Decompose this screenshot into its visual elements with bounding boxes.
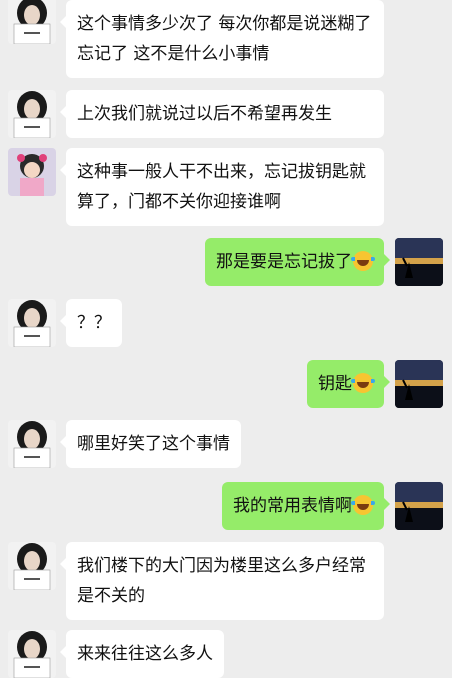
message-text: ？？ (77, 313, 111, 333)
message-text: 钥匙 (318, 374, 352, 394)
message-bubble[interactable]: 这种事一般人干不出来，忘记拔钥匙就算了，门都不关你迎接谁啊 (60, 148, 384, 226)
message-text: 上次我们就说过以后不希望再发生 (77, 104, 332, 124)
girl-avatar-icon[interactable] (8, 630, 56, 678)
message-bubble[interactable]: 那是要是忘记拔了 (205, 238, 390, 286)
tears-of-joy-emoji-icon (351, 373, 375, 393)
message-bubble[interactable]: 哪里好笑了这个事情 (60, 420, 241, 468)
girl-avatar-icon[interactable] (8, 299, 56, 347)
message-bubble[interactable]: 上次我们就说过以后不希望再发生 (60, 90, 384, 138)
sunset-avatar-icon[interactable] (395, 238, 443, 286)
message-text: 哪里好笑了这个事情 (77, 434, 230, 454)
message-bubble[interactable]: ？？ (60, 299, 122, 347)
girl-avatar-icon[interactable] (8, 420, 56, 468)
message-bubble[interactable]: 来来往往这么多人 (60, 630, 224, 678)
girl-avatar-icon[interactable] (8, 90, 56, 138)
message-bubble[interactable]: 这个事情多少次了 每次你都是说迷糊了 忘记了 这不是什么小事情 (60, 0, 384, 78)
sunset-avatar-icon[interactable] (395, 482, 443, 530)
message-text: 那是要是忘记拔了 (216, 252, 352, 272)
girl-avatar-icon[interactable] (8, 0, 56, 44)
message-text: 这种事一般人干不出来，忘记拔钥匙就算了，门都不关你迎接谁啊 (77, 162, 366, 212)
message-text: 来来往往这么多人 (77, 644, 213, 664)
message-bubble[interactable]: 钥匙 (307, 360, 390, 408)
chat-thread: 这个事情多少次了 每次你都是说迷糊了 忘记了 这不是什么小事情 上次我们就说过以… (0, 0, 452, 678)
sunset-avatar-icon[interactable] (395, 360, 443, 408)
message-bubble[interactable]: 我的常用表情啊 (222, 482, 390, 530)
message-text: 我们楼下的大门因为楼里这么多户经常是不关的 (77, 556, 366, 606)
child-avatar-icon[interactable] (8, 148, 56, 196)
tears-of-joy-emoji-icon (351, 495, 375, 515)
message-text: 我的常用表情啊 (233, 496, 352, 516)
girl-avatar-icon[interactable] (8, 542, 56, 590)
tears-of-joy-emoji-icon (351, 251, 375, 271)
message-bubble[interactable]: 我们楼下的大门因为楼里这么多户经常是不关的 (60, 542, 384, 620)
message-text: 这个事情多少次了 每次你都是说迷糊了 忘记了 这不是什么小事情 (77, 14, 372, 64)
